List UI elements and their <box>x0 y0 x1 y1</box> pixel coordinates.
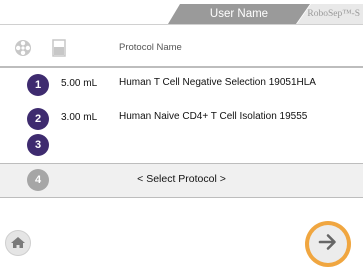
arrow-right-icon <box>317 231 339 258</box>
protocol-name-header: Protocol Name <box>119 42 182 53</box>
quadrant-badge-3: 3 <box>27 134 49 156</box>
home-button[interactable] <box>5 230 31 256</box>
tube-icon <box>52 39 66 57</box>
protocol-name-2: Human Naive CD4+ T Cell Isolation 19555 <box>119 111 308 122</box>
protocol-volume-1: 5.00 mL <box>61 78 98 89</box>
protocol-row-4[interactable]: 4 < Select Protocol > <box>0 164 363 197</box>
header-divider <box>0 24 363 25</box>
protocol-name-1: Human T Cell Negative Selection 19051HLA <box>119 77 316 88</box>
quadrant-badge-1: 1 <box>27 74 49 96</box>
next-button-face <box>309 225 347 263</box>
home-icon <box>6 237 30 259</box>
brand-label: RoboSep™-S <box>307 9 360 19</box>
quadrant-badge-2: 2 <box>27 108 49 130</box>
protocol-column-header: Protocol Name <box>0 36 363 64</box>
target-icon <box>14 39 32 57</box>
protocol-row-1[interactable]: 1 5.00 mL Human T Cell Negative Selectio… <box>0 69 363 101</box>
list-top-divider <box>0 66 363 68</box>
next-button[interactable] <box>305 221 351 267</box>
user-name-label: User Name <box>209 8 269 20</box>
protocol-row-3[interactable]: 3 <box>0 129 363 161</box>
protocol-volume-2: 3.00 mL <box>61 112 98 123</box>
user-name-tab[interactable]: User Name <box>168 4 310 24</box>
list-bottom-divider <box>0 197 363 198</box>
select-protocol-button[interactable]: < Select Protocol > <box>0 173 363 185</box>
